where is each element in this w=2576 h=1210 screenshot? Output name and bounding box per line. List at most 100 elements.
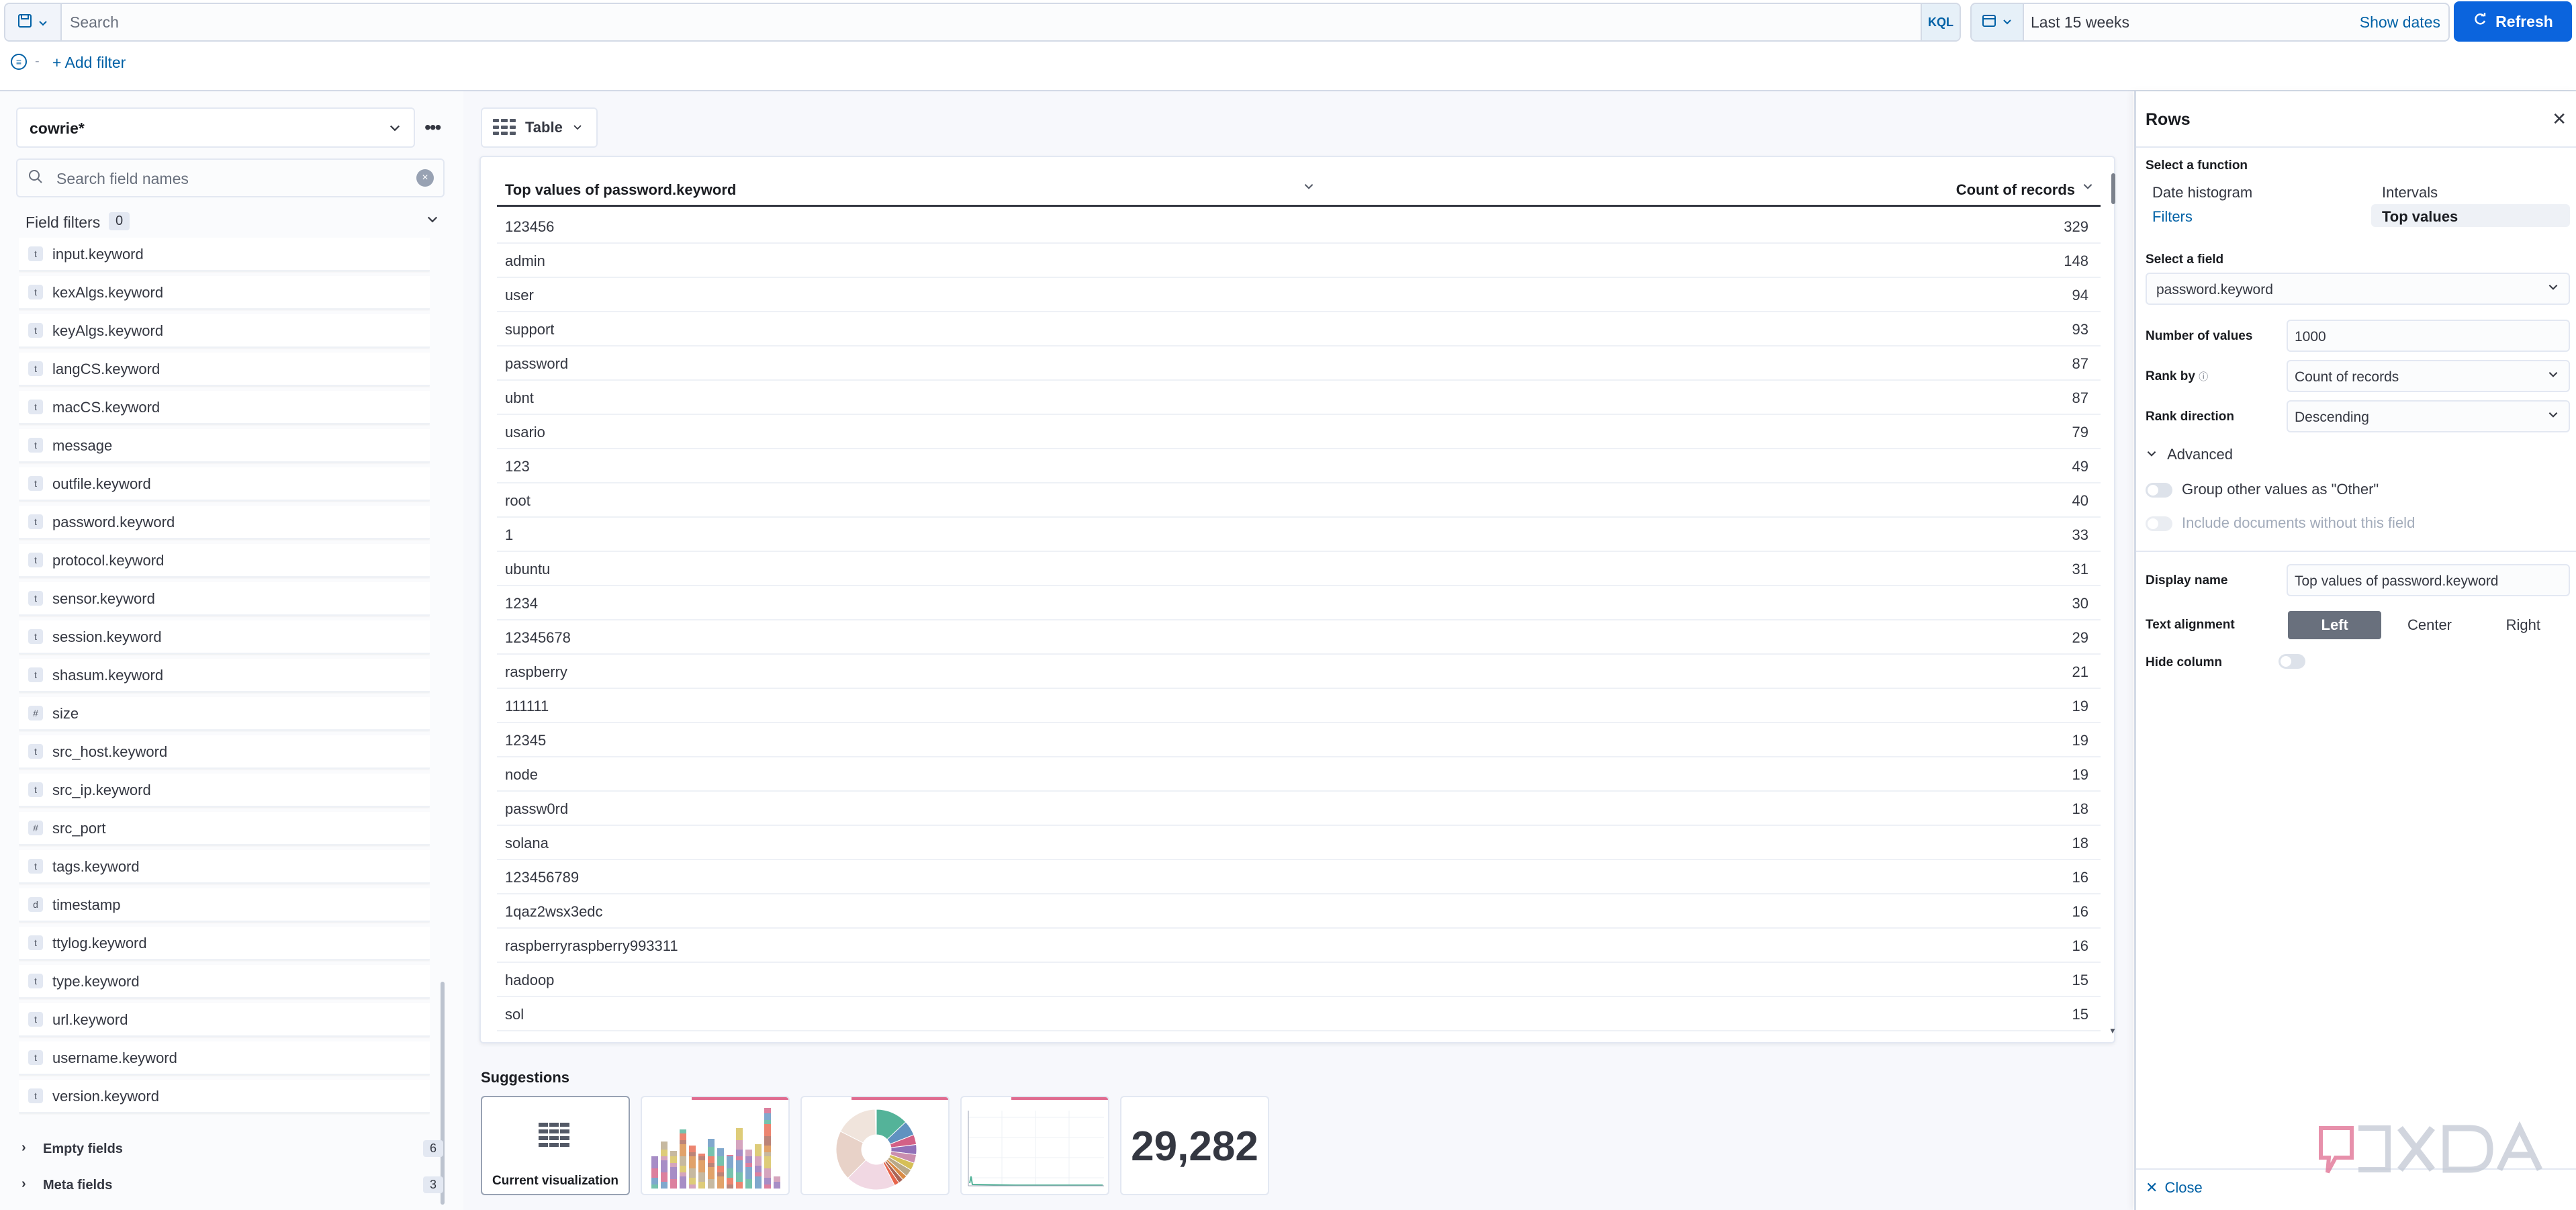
field-filters-toggle[interactable]: Field filters 0 bbox=[16, 207, 445, 239]
close-icon[interactable]: ✕ bbox=[2552, 109, 2567, 130]
align-center-button[interactable]: Center bbox=[2383, 610, 2477, 641]
field-item[interactable]: t type.keyword bbox=[19, 965, 430, 998]
field-item[interactable]: t url.keyword bbox=[19, 1003, 430, 1037]
scrollbar-thumb[interactable] bbox=[441, 982, 445, 1205]
thumbnail-bar-segment bbox=[689, 1178, 696, 1184]
suggestion-current-visualization[interactable]: Current visualization bbox=[481, 1096, 630, 1195]
function-top-values[interactable]: Top values bbox=[2382, 208, 2458, 226]
field-list-scrollbar[interactable] bbox=[441, 244, 445, 1206]
cell-count: 16 bbox=[2072, 869, 2088, 886]
suggestion-line-chart[interactable] bbox=[960, 1096, 1109, 1195]
align-left-button[interactable]: Left bbox=[2288, 611, 2382, 639]
table-row[interactable]: usario 79 bbox=[497, 415, 2101, 449]
group-other-switch[interactable] bbox=[2146, 483, 2172, 498]
include-documents-switch[interactable] bbox=[2146, 516, 2172, 531]
table-row[interactable]: ubnt 87 bbox=[497, 381, 2101, 415]
suggestion-donut-chart[interactable] bbox=[800, 1096, 950, 1195]
table-row[interactable]: root 40 bbox=[497, 483, 2101, 518]
number-of-values-input[interactable]: 1000 bbox=[2287, 320, 2570, 352]
field-item[interactable]: t macCS.keyword bbox=[19, 391, 430, 424]
field-item[interactable]: d timestamp bbox=[19, 888, 430, 922]
hide-column-switch[interactable] bbox=[2279, 654, 2305, 669]
filter-menu-icon[interactable]: ≡ bbox=[11, 54, 27, 70]
field-item[interactable]: t kexAlgs.keyword bbox=[19, 276, 430, 310]
field-select[interactable]: password.keyword bbox=[2146, 273, 2570, 305]
table-row[interactable]: support 93 bbox=[497, 312, 2101, 346]
table-row[interactable]: hadoop 15 bbox=[497, 963, 2101, 997]
dimension-editor-panel: Rows ✕ Select a function Date histogram … bbox=[2134, 91, 2576, 1210]
column-header-count[interactable]: Count of records bbox=[1956, 181, 2075, 199]
suggestion-metric[interactable]: 29,282 bbox=[1120, 1096, 1269, 1195]
scroll-down-icon[interactable]: ▼ bbox=[2109, 1026, 2117, 1035]
display-name-input[interactable]: Top values of password.keyword bbox=[2287, 564, 2570, 596]
field-item[interactable]: t tags.keyword bbox=[19, 850, 430, 884]
field-item[interactable]: t username.keyword bbox=[19, 1041, 430, 1075]
function-date-histogram[interactable]: Date histogram bbox=[2152, 184, 2252, 201]
field-item[interactable]: t ttylog.keyword bbox=[19, 927, 430, 960]
rank-by-select[interactable]: Count of records bbox=[2287, 360, 2570, 392]
table-row[interactable]: raspberry 21 bbox=[497, 655, 2101, 689]
table-row[interactable]: 1 33 bbox=[497, 518, 2101, 552]
table-row[interactable]: password 87 bbox=[497, 346, 2101, 381]
table-row[interactable]: raspberryraspberry993311 16 bbox=[497, 929, 2101, 963]
table-row[interactable]: node 19 bbox=[497, 757, 2101, 792]
search-input[interactable] bbox=[70, 4, 1883, 40]
table-row[interactable]: 123456 329 bbox=[497, 210, 2101, 244]
field-item[interactable]: t password.keyword bbox=[19, 506, 430, 539]
table-scrollbar[interactable]: ▼ bbox=[2109, 173, 2117, 1035]
close-button[interactable]: ✕ Close bbox=[2146, 1179, 2203, 1197]
column-header-top-values[interactable]: Top values of password.keyword bbox=[505, 181, 736, 199]
data-view-select[interactable]: cowrie* bbox=[16, 107, 415, 148]
field-item[interactable]: t session.keyword bbox=[19, 620, 430, 654]
field-item[interactable]: t sensor.keyword bbox=[19, 582, 430, 616]
rank-direction-select[interactable]: Descending bbox=[2287, 400, 2570, 432]
table-row[interactable]: 123456789 16 bbox=[497, 860, 2101, 894]
function-intervals[interactable]: Intervals bbox=[2382, 184, 2438, 201]
field-item[interactable]: t src_ip.keyword bbox=[19, 774, 430, 807]
column-actions-icon[interactable] bbox=[2082, 180, 2094, 195]
advanced-toggle[interactable]: Advanced bbox=[2146, 446, 2233, 463]
field-item[interactable]: t outfile.keyword bbox=[19, 467, 430, 501]
refresh-button[interactable]: Refresh bbox=[2454, 1, 2572, 42]
time-range-text[interactable]: Last 15 weeks bbox=[2031, 13, 2129, 32]
table-row[interactable]: 111111 19 bbox=[497, 689, 2101, 723]
query-language-button[interactable]: KQL bbox=[1921, 4, 1960, 40]
empty-fields-accordion[interactable]: › Empty fields 6 bbox=[16, 1136, 445, 1163]
visualization-type-button[interactable]: Table bbox=[481, 107, 598, 148]
clear-icon[interactable]: × bbox=[416, 169, 434, 187]
table-row[interactable]: user 94 bbox=[497, 278, 2101, 312]
table-row[interactable]: 12345678 29 bbox=[497, 620, 2101, 655]
add-filter-button[interactable]: + Add filter bbox=[52, 54, 126, 72]
align-right-button[interactable]: Right bbox=[2476, 610, 2570, 641]
field-item[interactable]: t langCS.keyword bbox=[19, 353, 430, 386]
table-row[interactable]: admin 148 bbox=[497, 244, 2101, 278]
more-options-icon[interactable]: ••• bbox=[424, 117, 441, 138]
advanced-label: Advanced bbox=[2167, 446, 2233, 463]
table-row[interactable]: 1234 30 bbox=[497, 586, 2101, 620]
field-item[interactable]: t version.keyword bbox=[19, 1080, 430, 1113]
table-row[interactable]: solana 18 bbox=[497, 826, 2101, 860]
scrollbar-thumb[interactable] bbox=[2111, 173, 2115, 204]
field-item[interactable]: t message bbox=[19, 429, 430, 463]
meta-fields-accordion[interactable]: › Meta fields 3 bbox=[16, 1172, 445, 1199]
suggestion-bar-chart[interactable] bbox=[641, 1096, 790, 1195]
table-row[interactable]: 123 49 bbox=[497, 449, 2101, 483]
quick-menu-button[interactable] bbox=[1972, 4, 2024, 40]
table-row[interactable]: 12345 19 bbox=[497, 723, 2101, 757]
field-item[interactable]: t input.keyword bbox=[19, 238, 430, 271]
saved-query-button[interactable] bbox=[5, 4, 62, 40]
table-row[interactable]: passw0rd 18 bbox=[497, 792, 2101, 826]
table-row[interactable]: sol 15 bbox=[497, 997, 2101, 1031]
field-item[interactable]: # size bbox=[19, 697, 430, 731]
field-item[interactable]: t keyAlgs.keyword bbox=[19, 314, 430, 348]
field-item[interactable]: t shasum.keyword bbox=[19, 659, 430, 692]
field-search-input[interactable] bbox=[56, 167, 419, 191]
function-filters[interactable]: Filters bbox=[2152, 208, 2193, 226]
column-actions-icon[interactable] bbox=[1303, 180, 1315, 195]
table-row[interactable]: ubuntu 31 bbox=[497, 552, 2101, 586]
show-dates-link[interactable]: Show dates bbox=[2360, 13, 2440, 32]
field-item[interactable]: t protocol.keyword bbox=[19, 544, 430, 577]
field-item[interactable]: t src_host.keyword bbox=[19, 735, 430, 769]
table-row[interactable]: 1qaz2wsx3edc 16 bbox=[497, 894, 2101, 929]
field-item[interactable]: # src_port bbox=[19, 812, 430, 845]
